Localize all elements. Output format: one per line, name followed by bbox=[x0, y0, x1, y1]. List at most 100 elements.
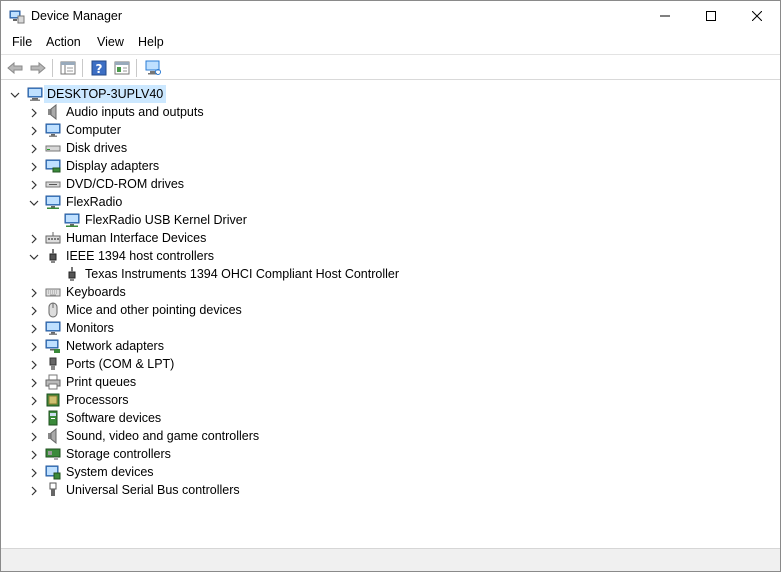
title-bar[interactable]: Device Manager bbox=[1, 1, 780, 31]
monitor-icon bbox=[45, 320, 61, 336]
tree-category-row[interactable]: Display adapters bbox=[1, 157, 780, 175]
chevron-down-icon[interactable] bbox=[29, 251, 39, 261]
tree-root[interactable]: DESKTOP-3UPLV40 bbox=[1, 85, 780, 103]
tree-device-label: Texas Instruments 1394 OHCI Compliant Ho… bbox=[85, 267, 400, 281]
keyboard-icon bbox=[45, 284, 61, 300]
mouse-icon bbox=[45, 302, 61, 318]
usb-icon bbox=[45, 482, 61, 498]
tree-category-row[interactable]: Universal Serial Bus controllers bbox=[1, 481, 780, 499]
chevron-right-icon[interactable] bbox=[29, 305, 39, 316]
properties-icon bbox=[114, 61, 130, 75]
tree-category-row[interactable]: Storage controllers bbox=[1, 445, 780, 463]
tree-device-row[interactable]: FlexRadio USB Kernel Driver bbox=[1, 211, 780, 229]
chevron-right-icon[interactable] bbox=[29, 413, 39, 424]
tree-category-label: Mice and other pointing devices bbox=[66, 303, 242, 317]
chevron-right-icon[interactable] bbox=[29, 395, 39, 406]
tree-category-row[interactable]: Print queues bbox=[1, 373, 780, 391]
minimize-button[interactable] bbox=[642, 1, 688, 31]
maximize-icon bbox=[706, 11, 716, 21]
chevron-right-icon[interactable] bbox=[29, 143, 39, 154]
chevron-right-icon[interactable] bbox=[29, 323, 39, 334]
chevron-right-icon[interactable] bbox=[29, 161, 39, 172]
menu-bar: File Action View Help bbox=[1, 32, 780, 53]
tree-category-row[interactable]: Network adapters bbox=[1, 337, 780, 355]
menu-help[interactable]: Help bbox=[138, 35, 164, 49]
close-icon bbox=[752, 11, 762, 21]
tree-category-label: Universal Serial Bus controllers bbox=[66, 483, 240, 497]
tree-category-row[interactable]: Sound, video and game controllers bbox=[1, 427, 780, 445]
chevron-right-icon[interactable] bbox=[29, 179, 39, 190]
toolbar-separator bbox=[136, 59, 137, 77]
tree-category-label: Human Interface Devices bbox=[66, 231, 207, 245]
minimize-icon bbox=[660, 15, 670, 17]
chevron-right-icon[interactable] bbox=[29, 467, 39, 478]
chevron-right-icon[interactable] bbox=[29, 125, 39, 136]
chevron-right-icon[interactable] bbox=[29, 359, 39, 370]
tree-category-row[interactable]: IEEE 1394 host controllers bbox=[1, 247, 780, 265]
status-bar bbox=[1, 548, 780, 571]
tree-category-row[interactable]: Human Interface Devices bbox=[1, 229, 780, 247]
chevron-right-icon[interactable] bbox=[29, 107, 39, 118]
network-adapter-icon bbox=[45, 338, 61, 354]
tree-category-label: Print queues bbox=[66, 375, 137, 389]
forward-arrow-icon bbox=[30, 61, 46, 75]
tree-device-row[interactable]: Texas Instruments 1394 OHCI Compliant Ho… bbox=[1, 265, 780, 283]
toolbar-separator bbox=[82, 59, 83, 77]
tree-category-row[interactable]: Keyboards bbox=[1, 283, 780, 301]
tree-category-label: IEEE 1394 host controllers bbox=[66, 249, 214, 263]
toolbar-separator bbox=[52, 59, 53, 77]
help-button[interactable]: ? bbox=[90, 59, 108, 77]
chevron-right-icon[interactable] bbox=[29, 449, 39, 460]
system-devices-icon bbox=[45, 464, 61, 480]
menu-file[interactable]: File bbox=[12, 35, 32, 49]
menu-action[interactable]: Action bbox=[46, 35, 81, 49]
computer-icon bbox=[27, 86, 43, 102]
speaker-icon bbox=[45, 427, 61, 445]
tree-category-row[interactable]: Ports (COM & LPT) bbox=[1, 355, 780, 373]
console-tree-icon bbox=[60, 61, 76, 75]
tree-category-label: Sound, video and game controllers bbox=[66, 429, 260, 443]
properties-view-button[interactable] bbox=[113, 59, 131, 77]
window-title: Device Manager bbox=[31, 9, 123, 23]
tree-category-row[interactable]: Disk drives bbox=[1, 139, 780, 157]
back-arrow-icon bbox=[7, 61, 23, 75]
display-adapter-icon bbox=[45, 158, 61, 174]
chevron-right-icon[interactable] bbox=[29, 233, 39, 244]
tree-category-row[interactable]: System devices bbox=[1, 463, 780, 481]
back-button[interactable] bbox=[6, 59, 24, 77]
tree-category-label: Audio inputs and outputs bbox=[66, 105, 204, 119]
help-icon: ? bbox=[91, 60, 107, 76]
tree-category-row[interactable]: Software devices bbox=[1, 409, 780, 427]
tree-category-row[interactable]: Computer bbox=[1, 121, 780, 139]
tree-category-label: DVD/CD-ROM drives bbox=[66, 177, 185, 191]
chevron-right-icon[interactable] bbox=[29, 377, 39, 388]
svg-text:?: ? bbox=[96, 62, 103, 76]
tree-category-row[interactable]: FlexRadio bbox=[1, 193, 780, 211]
forward-button[interactable] bbox=[29, 59, 47, 77]
tree-category-row[interactable]: DVD/CD-ROM drives bbox=[1, 175, 780, 193]
chevron-right-icon[interactable] bbox=[29, 431, 39, 442]
maximize-button[interactable] bbox=[688, 1, 734, 31]
tree-category-label: Network adapters bbox=[66, 339, 164, 353]
tree-category-label: Monitors bbox=[66, 321, 114, 335]
device-tree[interactable]: DESKTOP-3UPLV40 Audio inputs and outputs… bbox=[1, 81, 780, 547]
tree-category-row[interactable]: Mice and other pointing devices bbox=[1, 301, 780, 319]
tree-category-row[interactable]: Monitors bbox=[1, 319, 780, 337]
close-button[interactable] bbox=[734, 1, 780, 31]
tree-category-label: Display adapters bbox=[66, 159, 160, 173]
chevron-down-icon[interactable] bbox=[10, 89, 20, 99]
tree-category-row[interactable]: Audio inputs and outputs bbox=[1, 103, 780, 121]
tree-category-label: Computer bbox=[66, 123, 121, 137]
menu-view[interactable]: View bbox=[97, 35, 124, 49]
storage-controller-icon bbox=[45, 446, 61, 462]
chevron-right-icon[interactable] bbox=[29, 287, 39, 298]
chevron-down-icon[interactable] bbox=[29, 197, 39, 207]
firewire-icon bbox=[45, 248, 61, 264]
tree-category-row[interactable]: Processors bbox=[1, 391, 780, 409]
chevron-right-icon[interactable] bbox=[29, 341, 39, 352]
chevron-right-icon[interactable] bbox=[29, 485, 39, 496]
dvd-drive-icon bbox=[45, 176, 61, 192]
processor-icon bbox=[45, 392, 61, 408]
scan-hardware-button[interactable] bbox=[144, 59, 162, 77]
show-hide-console-tree-button[interactable] bbox=[59, 59, 77, 77]
